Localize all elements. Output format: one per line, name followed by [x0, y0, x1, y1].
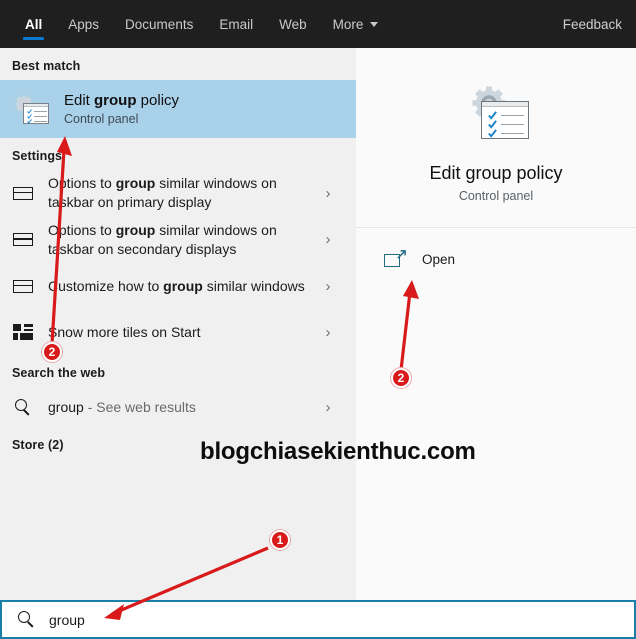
- check-mark-icon: [488, 110, 497, 120]
- results-list-pane: Best match Edit group policy Control pan…: [0, 48, 356, 600]
- tab-all[interactable]: All: [12, 0, 55, 48]
- setting-item-customize-group-windows[interactable]: Customize how to group similar windows ›: [0, 263, 356, 309]
- checklist-icon: [23, 103, 49, 124]
- result-title-prefix: Edit: [64, 92, 95, 109]
- icon-slot: [12, 186, 34, 200]
- result-item-title: Edit group policy: [64, 92, 179, 109]
- web-result-item-group[interactable]: group - See web results ›: [0, 387, 356, 427]
- setting-item-label: Customize how to group similar windows: [48, 277, 308, 296]
- feedback-button[interactable]: Feedback: [563, 0, 622, 48]
- setting-text-highlight: group: [163, 277, 203, 294]
- annotation-badge-3: 2: [391, 368, 411, 388]
- open-action-label: Open: [422, 251, 456, 267]
- search-icon: [18, 611, 35, 628]
- tab-list: All Apps Documents Email Web More: [0, 0, 391, 48]
- top-nav-bar: All Apps Documents Email Web More Feedba…: [0, 0, 636, 48]
- check-mark-icon: [488, 128, 497, 138]
- setting-item-group-secondary-displays[interactable]: Options to group similar windows on task…: [0, 217, 356, 264]
- web-result-label: group - See web results: [48, 399, 308, 415]
- search-input-value: group: [49, 611, 85, 628]
- tab-documents[interactable]: Documents: [112, 0, 206, 48]
- chevron-right-icon[interactable]: ›: [322, 399, 334, 416]
- taskbar-icon: [13, 279, 33, 293]
- tiles-icon: [13, 324, 33, 341]
- preview-header: Edit group policy Control panel: [356, 48, 636, 228]
- checklist-icon: [481, 100, 529, 139]
- check-mark-icon: [488, 119, 497, 129]
- group-policy-icon: [461, 81, 531, 145]
- watermark-text: blogchiasekienthuc.com: [200, 438, 476, 465]
- tab-apps-label: Apps: [68, 16, 100, 32]
- tab-all-label: All: [25, 16, 43, 32]
- setting-text-highlight: group: [115, 221, 156, 238]
- setting-item-group-primary-display[interactable]: Options to group similar windows on task…: [0, 170, 356, 217]
- taskbar-icon: [13, 233, 33, 247]
- feedback-label: Feedback: [562, 16, 622, 32]
- setting-text-1: Options to: [48, 175, 116, 191]
- result-item-subtitle: Control panel: [64, 112, 139, 126]
- preview-title: Edit group policy: [429, 162, 563, 183]
- tab-email[interactable]: Email: [206, 0, 266, 48]
- preview-pane: Edit group policy Control panel Open: [356, 48, 636, 600]
- setting-text-1: Options to: [48, 221, 116, 238]
- setting-text-1: Snow more tiles on Start: [48, 323, 201, 340]
- annotation-badge-2: 2: [42, 342, 62, 362]
- chevron-down-icon: [370, 21, 379, 27]
- icon-slot: [12, 398, 34, 416]
- tab-web[interactable]: Web: [266, 0, 320, 48]
- icon-slot: [12, 279, 34, 293]
- group-policy-icon: [12, 92, 50, 126]
- setting-item-label: Snow more tiles on Start: [48, 323, 308, 342]
- result-item-text: Edit group policy Control panel: [64, 92, 179, 126]
- best-match-header: Best match: [12, 59, 81, 73]
- preview-action-open[interactable]: Open: [356, 228, 636, 268]
- chevron-right-icon[interactable]: ›: [322, 185, 334, 202]
- chevron-right-icon[interactable]: ›: [322, 324, 334, 341]
- setting-text-2: similar windows: [202, 277, 305, 294]
- setting-text-highlight: group: [115, 175, 156, 191]
- tab-web-label: Web: [279, 16, 307, 32]
- setting-item-label: Options to group similar windows on task…: [48, 221, 308, 260]
- search-input[interactable]: group: [0, 600, 636, 639]
- result-title-suffix: policy: [136, 92, 180, 109]
- search-results-window: All Apps Documents Email Web More Feedba…: [0, 0, 636, 639]
- result-item-edit-group-policy[interactable]: Edit group policy Control panel: [0, 80, 356, 138]
- web-result-query: group: [48, 399, 84, 416]
- chevron-right-icon[interactable]: ›: [322, 278, 334, 295]
- tab-documents-label: Documents: [125, 16, 194, 32]
- setting-text-1: Customize how to: [48, 277, 164, 294]
- taskbar-icon: [13, 186, 33, 200]
- annotation-badge-1: 1: [270, 530, 290, 550]
- settings-header: Settings: [12, 149, 63, 163]
- web-result-suffix: - See web results: [83, 399, 196, 416]
- tab-more-label: More: [332, 16, 364, 32]
- check-mark-icon: [27, 119, 32, 124]
- tab-email-label: Email: [219, 16, 254, 32]
- arrow-out-icon: [397, 250, 406, 259]
- result-title-highlight: group: [94, 92, 137, 109]
- search-icon: [14, 398, 32, 416]
- open-external-icon: [384, 250, 406, 268]
- chevron-right-icon[interactable]: ›: [322, 231, 334, 248]
- tab-apps[interactable]: Apps: [55, 0, 112, 48]
- icon-slot: [12, 324, 34, 341]
- tab-more[interactable]: More: [320, 0, 392, 48]
- preview-subtitle: Control panel: [458, 188, 534, 203]
- icon-slot: [12, 233, 34, 247]
- setting-item-label: Options to group similar windows on task…: [48, 174, 308, 213]
